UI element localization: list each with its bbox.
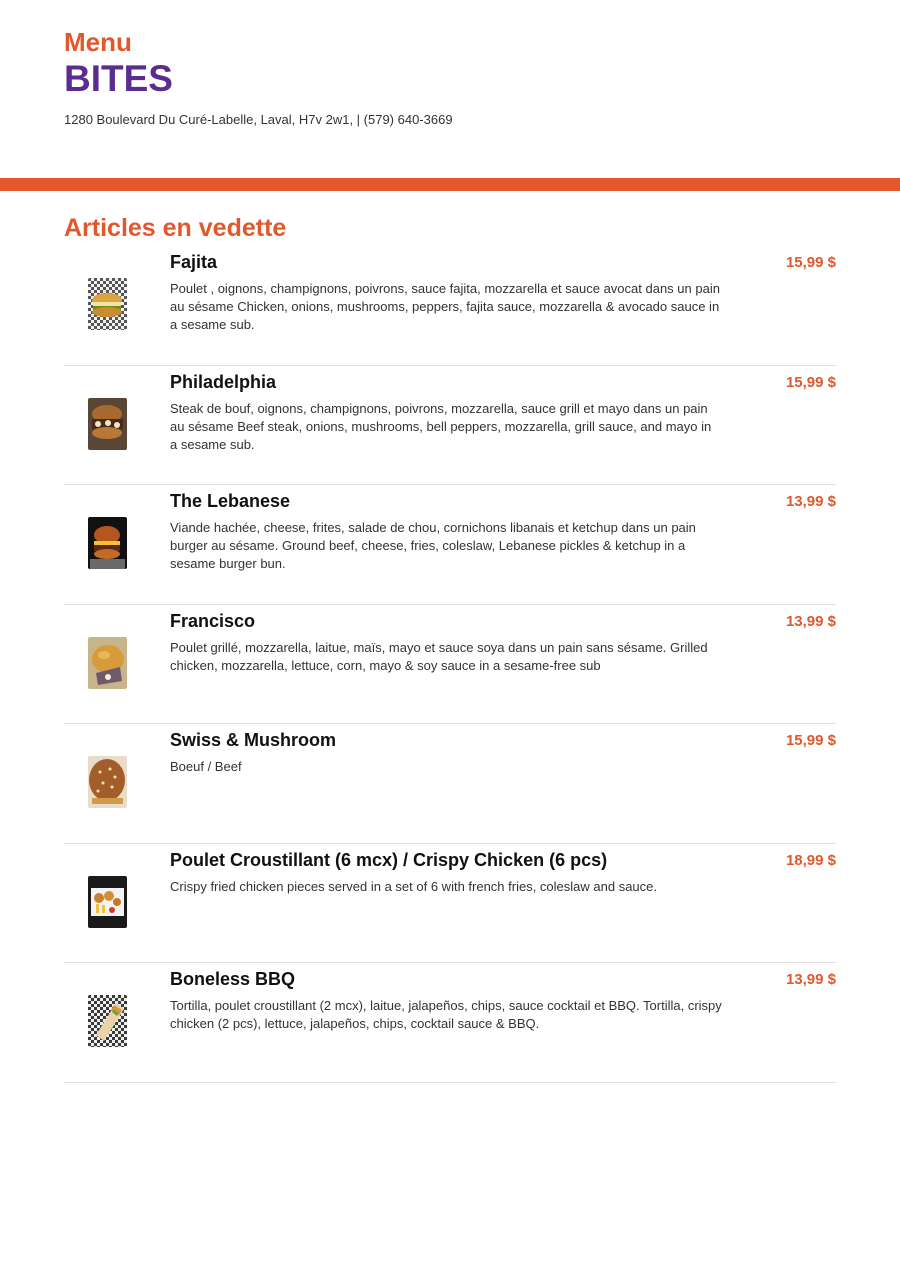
item-name: Poulet Croustillant (6 mcx) / Crispy Chi…	[170, 849, 608, 870]
item-price: 13,99 $	[785, 493, 836, 510]
menu-item[interactable]: Francisco Poulet grillé, mozzarella, lai…	[64, 605, 836, 724]
restaurant-name: BITES	[64, 58, 173, 99]
menu-item[interactable]: Boneless BBQ Tortilla, poulet croustilla…	[64, 963, 836, 1083]
crispy-chicken-photo	[88, 875, 127, 928]
menu-item[interactable]: Philadelphia Steak de bouf, oignons, cha…	[64, 366, 836, 485]
item-name: Francisco	[170, 610, 256, 631]
item-price: 15,99 $	[785, 373, 836, 391]
item-name: Philadelphia	[170, 371, 277, 392]
menu-label: Menu	[64, 27, 132, 57]
menu-header: Menu BITES 1280 Boulevard Du Curé-Labell…	[64, 28, 453, 127]
item-name: Boneless BBQ	[170, 969, 296, 989]
item-description: Poulet , oignons, champignons, poivrons,…	[170, 281, 720, 332]
header-divider-bar	[0, 178, 900, 191]
item-description: Tortilla, poulet croustillant (2 mcx), l…	[170, 998, 722, 1031]
item-name: Fajita	[170, 252, 218, 272]
item-description: Steak de bouf, oignons, champignons, poi…	[170, 400, 712, 452]
restaurant-address: 1280 Boulevard Du Curé-Labelle, Laval, H…	[64, 112, 453, 127]
boneless-bbq-photo	[88, 995, 127, 1047]
item-description: Viande hachée, cheese, frites, salade de…	[170, 520, 696, 571]
menu-item[interactable]: Swiss & Mushroom Boeuf / Beef 15,99 $	[64, 724, 836, 844]
swiss-mushroom-photo	[88, 756, 127, 808]
item-description: Crispy fried chicken pieces served in a …	[170, 878, 658, 894]
item-name: Swiss & Mushroom	[170, 730, 337, 750]
menu-item[interactable]: Fajita Poulet , oignons, champignons, po…	[64, 246, 836, 366]
item-price: 15,99 $	[785, 254, 836, 271]
francisco-photo	[88, 636, 127, 689]
menu-item-list: Fajita Poulet , oignons, champignons, po…	[64, 246, 836, 1083]
item-description: Boeuf / Beef	[170, 759, 242, 774]
menu-item[interactable]: The Lebanese Viande hachée, cheese, frit…	[64, 485, 836, 605]
item-price: 15,99 $	[785, 732, 836, 749]
item-price: 13,99 $	[785, 612, 836, 630]
fajita-photo	[88, 278, 127, 330]
lebanese-burger-photo	[88, 517, 127, 569]
philadelphia-photo	[88, 397, 127, 450]
section-title: Articles en vedette	[64, 214, 287, 242]
menu-item[interactable]: Poulet Croustillant (6 mcx) / Crispy Chi…	[64, 844, 836, 963]
item-price: 13,99 $	[785, 971, 836, 988]
item-description: Poulet grillé, mozzarella, laitue, maïs,…	[170, 639, 708, 673]
item-name: The Lebanese	[170, 491, 291, 511]
item-price: 18,99 $	[785, 851, 836, 869]
